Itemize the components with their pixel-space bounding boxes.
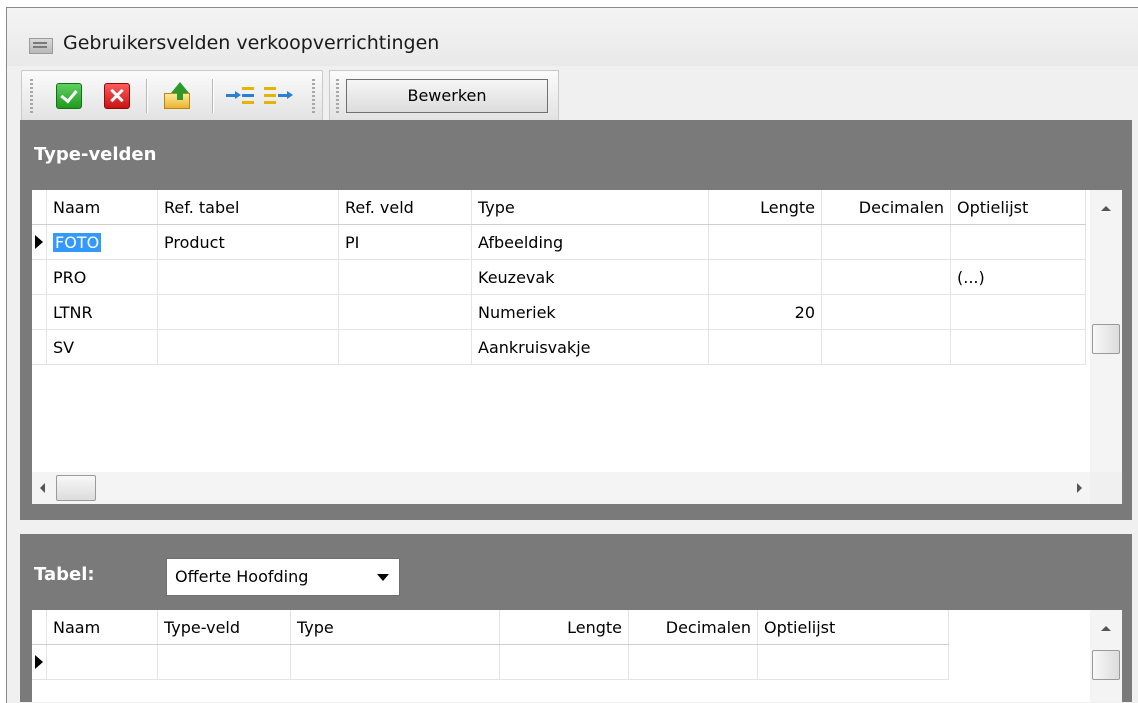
toolbar-grip[interactable] (30, 79, 33, 113)
row-indicator (32, 294, 47, 330)
cell-lengte[interactable] (708, 329, 822, 365)
cancel-x-icon[interactable] (104, 83, 130, 109)
toolbar (21, 70, 323, 122)
cell-ref-tabel[interactable] (157, 329, 339, 365)
cell-lengte[interactable] (499, 644, 629, 680)
column-header-type-veld[interactable]: Type-veld (157, 610, 291, 645)
type-fields-grid[interactable]: Naam Ref. tabel Ref. veld Type Lengte De… (32, 190, 1122, 504)
cell-naam[interactable]: PRO (46, 259, 158, 295)
column-header-optielijst[interactable]: Optielijst (757, 610, 949, 645)
column-header-lengte[interactable]: Lengte (708, 190, 822, 225)
cell-ref-tabel[interactable] (157, 294, 339, 330)
insert-column-icon[interactable] (226, 85, 256, 107)
cell-lengte[interactable]: 20 (708, 294, 822, 330)
table-row[interactable]: LTNR Numeriek 20 (32, 294, 1086, 330)
cell-naam[interactable]: SV (46, 329, 158, 365)
cell-ref-veld[interactable] (338, 329, 472, 365)
table-row[interactable]: PRO Keuzevak (...) (32, 259, 1086, 295)
cell-ref-veld[interactable] (338, 294, 472, 330)
column-header-optielijst[interactable]: Optielijst (950, 190, 1086, 225)
cell-naam[interactable]: LTNR (46, 294, 158, 330)
row-indicator-icon (32, 644, 47, 680)
table-row[interactable]: FOTO Product PI Afbeelding (32, 224, 1086, 260)
scroll-up-icon[interactable] (1101, 206, 1111, 211)
grid-header: Naam Type-veld Type Lengte Decimalen Opt… (32, 610, 949, 645)
tabel-label: Tabel: (34, 564, 95, 585)
column-header-type[interactable]: Type (471, 190, 709, 225)
table-row[interactable]: SV Aankruisvakje (32, 329, 1086, 365)
column-header-ref-tabel[interactable]: Ref. tabel (157, 190, 339, 225)
column-header-naam[interactable]: Naam (46, 190, 158, 225)
cell-type[interactable] (290, 644, 500, 680)
scrollbar-corner (1090, 472, 1122, 504)
cell-decimalen[interactable] (821, 259, 951, 295)
window-title: Gebruikersvelden verkoopverrichtingen (63, 32, 440, 54)
column-header-ref-veld[interactable]: Ref. veld (338, 190, 472, 225)
row-indicator (32, 329, 47, 365)
cell-ref-tabel[interactable]: Product (157, 224, 339, 260)
cell-type-veld[interactable] (157, 644, 291, 680)
confirm-check-icon[interactable] (56, 83, 82, 109)
tabel-select-value: Offerte Hoofding (175, 567, 309, 586)
cell-optielijst[interactable] (950, 329, 1086, 365)
column-header-lengte[interactable]: Lengte (499, 610, 629, 645)
cell-lengte[interactable] (708, 224, 822, 260)
scroll-left-icon[interactable] (40, 483, 45, 493)
type-fields-panel: Type-velden Naam Ref. tabel Ref. veld Ty… (20, 120, 1132, 520)
cell-optielijst[interactable] (757, 644, 949, 680)
vertical-scrollbar[interactable] (1090, 190, 1122, 487)
scroll-up-icon[interactable] (1101, 626, 1111, 631)
cell-decimalen[interactable] (821, 329, 951, 365)
cell-naam[interactable]: FOTO (46, 224, 158, 260)
title-bar: Gebruikersvelden verkoopverrichtingen (7, 8, 1138, 66)
grid-header: Naam Ref. tabel Ref. veld Type Lengte De… (32, 190, 1086, 225)
append-column-icon[interactable] (264, 85, 294, 107)
toolbar-separator (146, 79, 147, 113)
cell-optielijst[interactable] (950, 224, 1086, 260)
row-indicator-header (32, 190, 47, 225)
cell-type[interactable]: Afbeelding (471, 224, 709, 260)
cell-optielijst[interactable]: (...) (950, 259, 1086, 295)
cell-lengte[interactable] (708, 259, 822, 295)
toolbar-separator (212, 79, 213, 113)
scroll-thumb[interactable] (1092, 650, 1120, 680)
row-indicator (32, 259, 47, 295)
column-header-decimalen[interactable]: Decimalen (821, 190, 951, 225)
toolbar-grip[interactable] (312, 79, 315, 113)
cell-ref-veld[interactable] (338, 259, 472, 295)
column-header-naam[interactable]: Naam (46, 610, 158, 645)
export-arrow-icon[interactable] (162, 81, 192, 109)
cell-type[interactable]: Numeriek (471, 294, 709, 330)
edit-toolbar: Bewerken (329, 70, 559, 122)
cell-decimalen[interactable] (821, 224, 951, 260)
panel-title: Type-velden (34, 144, 157, 165)
cell-ref-veld[interactable]: PI (338, 224, 472, 260)
scroll-thumb[interactable] (1092, 324, 1120, 354)
scroll-right-icon[interactable] (1077, 483, 1082, 493)
row-indicator-header (32, 610, 47, 645)
tabel-panel: Tabel: Offerte Hoofding Naam Type-veld T… (20, 534, 1132, 702)
cell-type[interactable]: Keuzevak (471, 259, 709, 295)
scroll-thumb[interactable] (56, 475, 96, 501)
cell-optielijst[interactable] (950, 294, 1086, 330)
cell-naam[interactable] (46, 644, 158, 680)
cell-decimalen[interactable] (821, 294, 951, 330)
cell-ref-tabel[interactable] (157, 259, 339, 295)
column-header-decimalen[interactable]: Decimalen (628, 610, 758, 645)
tabel-fields-grid[interactable]: Naam Type-veld Type Lengte Decimalen Opt… (32, 610, 1122, 702)
cell-decimalen[interactable] (628, 644, 758, 680)
window-icon (29, 38, 53, 54)
vertical-scrollbar[interactable] (1090, 610, 1122, 702)
tabel-select[interactable]: Offerte Hoofding (166, 558, 400, 596)
cell-type[interactable]: Aankruisvakje (471, 329, 709, 365)
table-row[interactable] (32, 644, 949, 680)
column-header-type[interactable]: Type (290, 610, 500, 645)
chevron-down-icon[interactable] (377, 574, 389, 581)
horizontal-scrollbar[interactable] (32, 472, 1090, 504)
row-indicator-icon (32, 224, 47, 260)
edit-button[interactable]: Bewerken (346, 79, 548, 113)
